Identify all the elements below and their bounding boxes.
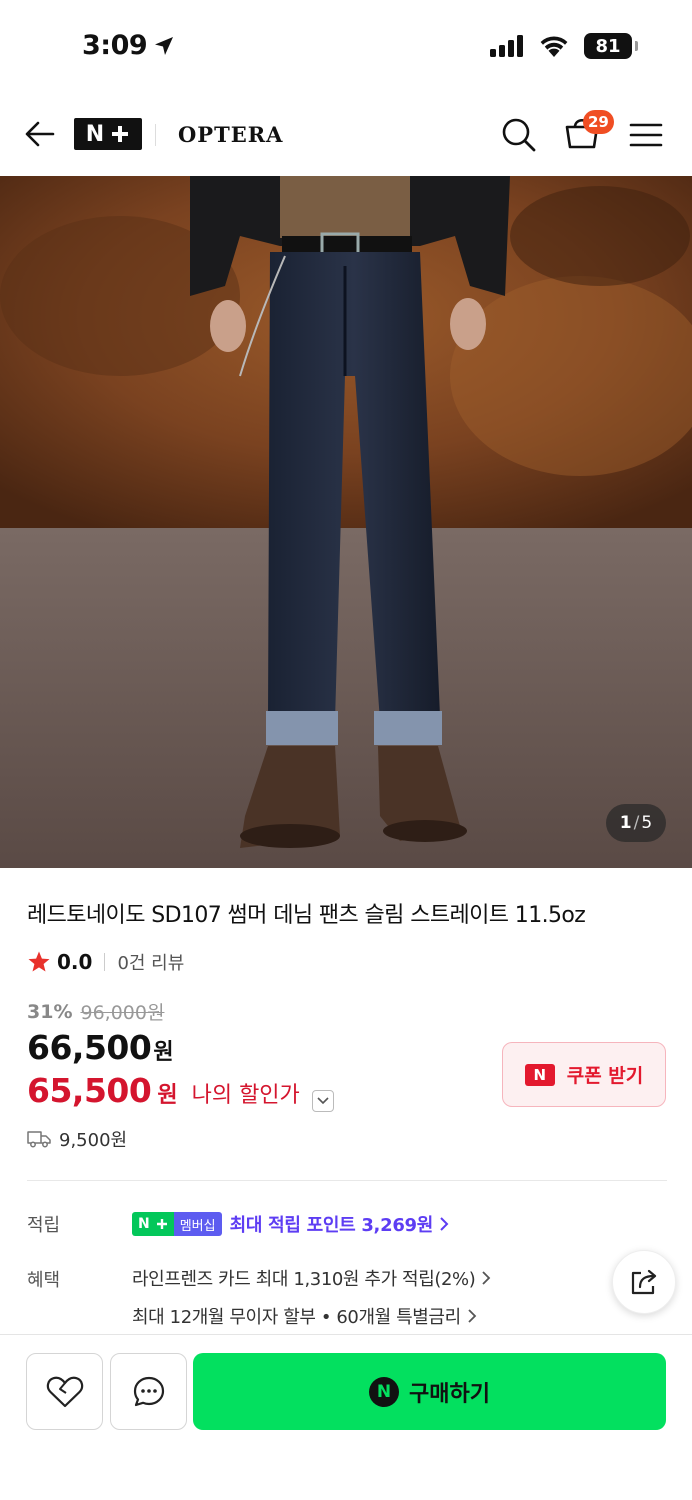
my-price-value: 65,500 (27, 1071, 152, 1110)
discount-row: 31% 96,000원 (27, 998, 164, 1025)
rating-divider (104, 953, 106, 971)
bottom-action-bar: N 구매하기 (0, 1334, 692, 1500)
section-divider (27, 1180, 667, 1181)
discount-percent: 31% (27, 1000, 73, 1023)
benefits-label: 혜택 (27, 1270, 61, 1291)
naver-pay-n-icon: N (369, 1376, 400, 1407)
sale-price: 66,500원 (27, 1028, 174, 1067)
coupon-download-button[interactable]: N 쿠폰 받기 (502, 1042, 666, 1107)
rating-value: 0.0 (57, 950, 93, 974)
image-counter: 1 / 5 (606, 804, 666, 842)
rating-row[interactable]: 0.0 0건 리뷰 (27, 949, 184, 975)
my-price-label: 나의 할인가 (191, 1083, 300, 1108)
naver-plus-membership-badge: N 멤버십 (132, 1212, 222, 1236)
search-button[interactable] (500, 116, 538, 154)
arrow-left-icon (25, 121, 55, 147)
back-button[interactable] (22, 116, 58, 152)
delivery-truck-icon (27, 1131, 51, 1148)
chevron-right-icon (482, 1271, 491, 1285)
product-photo-jeans (0, 176, 692, 868)
benefit-line-text: 최대 12개월 무이자 할부 • 60개월 특별금리 (132, 1307, 461, 1328)
status-time: 3:09 (82, 30, 175, 61)
shipping-fee: 9,500원 (59, 1130, 128, 1151)
menu-button[interactable] (628, 120, 664, 150)
battery-indicator: 81 (584, 33, 638, 59)
buy-now-button[interactable]: N 구매하기 (193, 1353, 666, 1430)
chevron-right-icon (440, 1217, 449, 1231)
coupon-button-label: 쿠폰 받기 (566, 1065, 644, 1087)
plus-icon (112, 126, 129, 142)
product-image[interactable] (0, 176, 692, 868)
share-icon (631, 1269, 657, 1295)
buy-button-label: 구매하기 (409, 1381, 490, 1407)
chat-bubble-icon (133, 1376, 164, 1406)
image-counter-separator: / (633, 813, 640, 833)
plus-icon (156, 1219, 167, 1229)
my-discount-price-row[interactable]: 65,500 원 나의 할인가 (27, 1071, 334, 1112)
product-title: 레드토네이도 SD107 썸머 데님 팬츠 슬림 스트레이트 11.5oz (27, 903, 586, 928)
benefits-list: 라인프렌즈 카드 최대 1,310원 추가 적립(2%) 최대 12개월 무이자… (132, 1266, 491, 1328)
heart-icon (46, 1376, 83, 1407)
wifi-icon (540, 36, 568, 57)
header-divider (155, 124, 156, 146)
points-label: 적립 (27, 1215, 61, 1236)
app-header: N OPTERA 29 (0, 96, 692, 176)
status-indicators: 81 (490, 33, 638, 59)
original-price: 96,000원 (80, 1002, 165, 1024)
image-counter-current: 1 (619, 813, 632, 833)
my-price-unit: 원 (157, 1083, 178, 1108)
chevron-down-icon (317, 1097, 329, 1105)
image-counter-total: 5 (641, 813, 653, 833)
location-arrow-icon (155, 36, 174, 55)
shipping-fee-row: 9,500원 (27, 1126, 127, 1152)
my-price-expand-toggle[interactable] (311, 1090, 334, 1112)
benefits-row: 혜택 라인프렌즈 카드 최대 1,310원 추가 적립(2%) 최대 12개월 … (27, 1266, 491, 1328)
cart-count-badge: 29 (583, 110, 614, 134)
sale-price-value: 66,500 (27, 1028, 152, 1067)
membership-badge-label: 멤버십 (173, 1212, 222, 1236)
store-brand-name[interactable]: OPTERA (178, 122, 283, 147)
search-icon (502, 118, 536, 152)
chevron-right-icon (468, 1309, 477, 1323)
max-points-text: 최대 적립 포인트 3,269원 (229, 1215, 434, 1236)
status-bar: 3:09 81 (0, 0, 692, 96)
wishlist-button[interactable] (26, 1353, 103, 1430)
points-row[interactable]: 적립 N 멤버십 최대 적립 포인트 3,269원 (27, 1210, 449, 1238)
hamburger-menu-icon (629, 123, 663, 147)
cellular-signal-icon (490, 35, 523, 57)
benefit-line-text: 라인프렌즈 카드 최대 1,310원 추가 적립(2%) (132, 1269, 476, 1290)
naver-plus-logo[interactable]: N (74, 118, 142, 150)
review-count-link[interactable]: 0건 리뷰 (117, 949, 184, 975)
naver-n-icon: N (524, 1063, 555, 1086)
talk-talk-chat-button[interactable] (110, 1353, 187, 1430)
battery-level: 81 (595, 35, 621, 57)
benefit-card-points-link[interactable]: 라인프렌즈 카드 최대 1,310원 추가 적립(2%) (132, 1266, 491, 1290)
benefit-installment-link[interactable]: 최대 12개월 무이자 할부 • 60개월 특별금리 (132, 1304, 491, 1328)
share-button[interactable] (612, 1250, 676, 1314)
status-time-text: 3:09 (82, 30, 148, 61)
star-icon (28, 951, 50, 972)
sale-price-unit: 원 (153, 1040, 174, 1065)
